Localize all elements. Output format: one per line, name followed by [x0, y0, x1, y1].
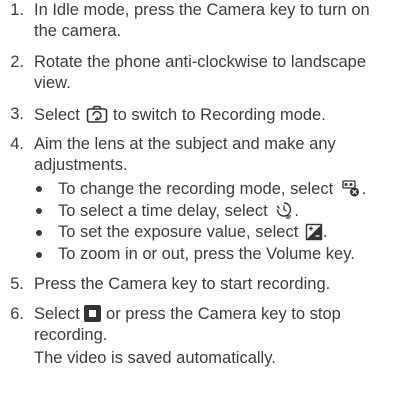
- step-number: 4.: [10, 135, 24, 153]
- step-text: Press the Camera key to start recording.: [34, 274, 418, 295]
- bullet-text: To zoom in or out, press the Volume key.: [58, 245, 355, 263]
- step-text: In Idle mode, press the Camera key to tu…: [34, 0, 418, 42]
- step-line: recording.: [34, 326, 108, 344]
- step-text: Select or press the Camera key to stop r…: [34, 304, 418, 346]
- bullet-dot: [36, 208, 42, 214]
- step-number: 6.: [10, 305, 24, 323]
- step-number: 3.: [10, 105, 24, 123]
- step-line: Rotate the phone anti-clockwise to lands…: [34, 53, 367, 71]
- bullet-dot: [36, 230, 42, 236]
- instruction-page: 1. In Idle mode, press the Camera key to…: [0, 0, 418, 393]
- step-number: 5.: [10, 275, 24, 293]
- step-number: 2.: [10, 53, 24, 71]
- step-number: 1.: [10, 1, 24, 19]
- step-text-post: or press the Camera key to stop: [106, 305, 341, 323]
- camera-switch-icon: [86, 104, 108, 130]
- step-line: the camera.: [34, 22, 122, 40]
- bullet-dot: [36, 186, 42, 192]
- bullet-dot: [36, 252, 42, 258]
- step-line: In Idle mode, press the Camera key to tu…: [34, 1, 370, 19]
- step-line: view.: [34, 74, 71, 92]
- stop-icon: [84, 305, 102, 322]
- step-text: Aim the lens at the subject and make any…: [34, 134, 418, 176]
- step-text-post: to switch to Recording mode.: [113, 106, 326, 124]
- step-text-pre: Select: [34, 305, 80, 323]
- step-text: Rotate the phone anti-clockwise to lands…: [34, 52, 418, 94]
- step-line: Select or press the Camera key to stop: [34, 304, 418, 325]
- step-text-pre: Select: [34, 106, 80, 124]
- step-line: Press the Camera key to start recording.: [34, 275, 331, 293]
- step-text: Select to switch to Recording mode.: [34, 104, 418, 130]
- step-line: adjustments.: [34, 156, 128, 174]
- step-line: Aim the lens at the subject and make any: [34, 135, 336, 153]
- step-note: The video is saved automatically.: [34, 349, 276, 367]
